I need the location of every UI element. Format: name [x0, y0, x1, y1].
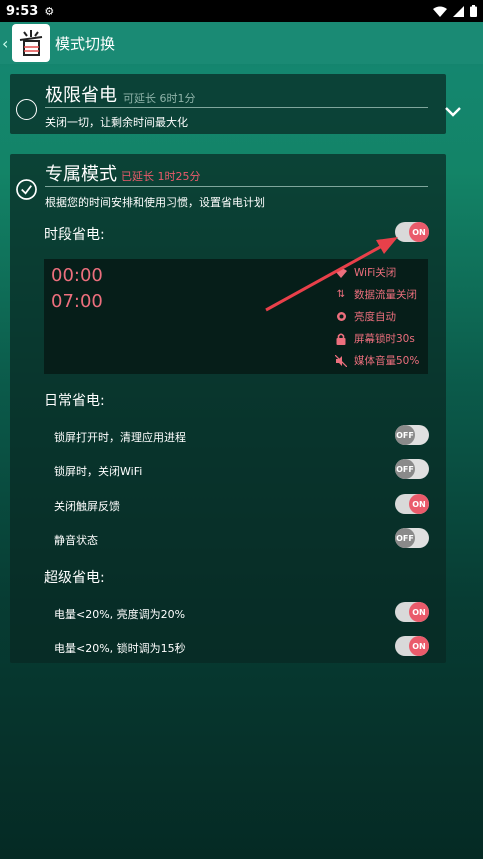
schedule-start-time[interactable]: 00:00: [51, 265, 103, 286]
daily-toggle-haptic[interactable]: ON: [395, 494, 429, 514]
toggle-knob: OFF: [395, 425, 415, 445]
mode-desc: 关闭一切，让剩余时间最大化: [45, 116, 188, 129]
gear-icon: ⚙: [44, 4, 55, 18]
feature-label: 屏幕锁时30s: [354, 333, 415, 345]
battery-icon: [470, 5, 477, 17]
divider: [45, 107, 428, 108]
lock-icon: [334, 332, 348, 345]
status-icons: [433, 5, 477, 17]
mode-card-extreme[interactable]: 极限省电 可延长 6时1分 关闭一切，让剩余时间最大化: [10, 74, 461, 134]
mode-extend-text: 已延长 1时25分: [121, 170, 201, 183]
super-toggle-lock[interactable]: ON: [395, 636, 429, 656]
feature-lock: 屏幕锁时30s: [334, 331, 415, 346]
divider: [45, 186, 428, 187]
feature-label: 亮度自动: [354, 311, 396, 323]
app-logo: [12, 24, 50, 62]
wifi-off-icon: [334, 268, 348, 278]
feature-label: 媒体音量50%: [354, 355, 420, 367]
schedule-section-label: 时段省电:: [44, 227, 105, 243]
chevron-down-icon[interactable]: [444, 106, 462, 118]
mute-icon: [334, 354, 348, 367]
super-item-label: 电量<20%, 锁时调为15秒: [54, 642, 186, 655]
daily-toggle-wifi[interactable]: OFF: [395, 459, 429, 479]
radio-checked-icon[interactable]: [16, 179, 37, 200]
feature-label: 数据流量关闭: [354, 289, 417, 301]
feature-wifi-off: WiFi关闭: [334, 265, 396, 280]
brightness-icon: [334, 311, 348, 322]
radio-unselected-icon[interactable]: [16, 99, 37, 120]
mode-desc: 根据您的时间安排和使用习惯，设置省电计划: [45, 196, 265, 209]
wifi-icon: [433, 6, 447, 17]
toggle-knob: OFF: [395, 459, 415, 479]
daily-item-label: 静音状态: [54, 534, 98, 547]
page-title: 模式切换: [55, 34, 116, 53]
daily-toggle-clean-apps[interactable]: OFF: [395, 425, 429, 445]
super-toggle-brightness[interactable]: ON: [395, 602, 429, 622]
status-time: 9:53: [6, 3, 39, 19]
toggle-knob: ON: [409, 222, 429, 242]
feature-brightness: 亮度自动: [334, 309, 396, 324]
schedule-end-time[interactable]: 07:00: [51, 291, 103, 312]
toggle-knob: ON: [409, 636, 429, 656]
schedule-panel[interactable]: 00:00 07:00 WiFi关闭 ⇅ 数据流量关闭 亮度自动 屏幕锁时30s…: [44, 259, 428, 374]
super-item-label: 电量<20%, 亮度调为20%: [54, 608, 186, 621]
toggle-knob: ON: [409, 602, 429, 622]
super-section-label: 超级省电:: [44, 570, 105, 586]
daily-section-label: 日常省电:: [44, 393, 105, 409]
status-bar: 9:53 ⚙: [0, 0, 483, 22]
feature-label: WiFi关闭: [354, 267, 397, 279]
feature-volume: 媒体音量50%: [334, 353, 419, 368]
feature-data-off: ⇅ 数据流量关闭: [334, 287, 417, 302]
daily-item-label: 关闭触屏反馈: [54, 500, 120, 513]
toggle-knob: ON: [409, 494, 429, 514]
toggle-knob: OFF: [395, 528, 415, 548]
schedule-toggle[interactable]: ON: [395, 222, 429, 242]
app-bar: ‹ 模式切换: [0, 22, 483, 64]
mode-extend-text: 可延长 6时1分: [123, 92, 196, 105]
mode-title: 专属模式: [45, 164, 117, 185]
data-transfer-icon: ⇅: [336, 289, 346, 300]
chevron-left-icon[interactable]: ‹: [2, 34, 12, 53]
daily-toggle-mute[interactable]: OFF: [395, 528, 429, 548]
signal-icon: [453, 5, 464, 17]
daily-item-label: 锁屏打开时，清理应用进程: [54, 431, 186, 444]
daily-item-label: 锁屏时，关闭WiFi: [54, 465, 143, 478]
mode-title: 极限省电: [45, 85, 117, 106]
